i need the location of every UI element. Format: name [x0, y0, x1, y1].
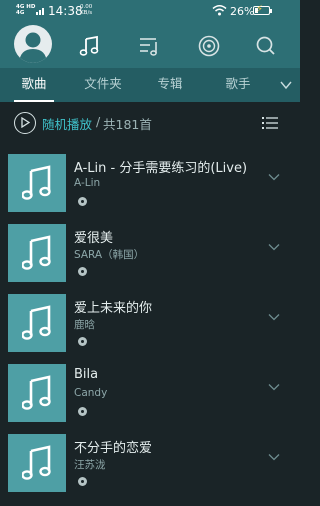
album-cover — [8, 294, 66, 352]
tab-albums[interactable]: 专辑 — [150, 68, 190, 102]
battery-percent: 26% — [230, 5, 255, 18]
status-bar: 4G HD 4G 14:38 0.00 KB/s 26% ⚡ — [0, 0, 300, 22]
song-title: Bila — [74, 367, 99, 382]
song-row[interactable]: A-Lin - 分手需要练习的(Live) A-Lin — [0, 154, 300, 224]
disc-icon — [78, 337, 87, 346]
signal-icon — [36, 8, 44, 15]
disc-icon — [78, 267, 87, 276]
music-note-icon — [22, 165, 51, 200]
tab-bar: 歌曲 文件夹 专辑 歌手 — [0, 68, 300, 102]
tab-folders[interactable]: 文件夹 — [78, 68, 128, 102]
avatar[interactable] — [14, 25, 52, 63]
play-icon — [21, 117, 30, 128]
chevron-down-icon[interactable] — [268, 243, 280, 251]
music-note-icon — [22, 375, 51, 410]
tab-artists[interactable]: 歌手 — [218, 68, 258, 102]
song-row[interactable]: Bila Candy — [0, 364, 300, 434]
song-artist: A-Lin — [74, 177, 101, 189]
song-row[interactable]: 不分手的恋爱 汪苏泷 — [0, 434, 300, 504]
tab-songs[interactable]: 歌曲 — [14, 68, 54, 102]
playlist-icon[interactable] — [138, 34, 162, 58]
shuffle-play-label[interactable]: 随机播放 — [42, 114, 92, 133]
song-row[interactable]: 爱很美 SARA（韩国） — [0, 224, 300, 294]
radio-disc-icon[interactable] — [197, 34, 221, 58]
song-row[interactable]: 爱上未来的你 鹿晗 — [0, 294, 300, 364]
person-icon — [19, 32, 47, 63]
song-artist: SARA（韩国） — [74, 249, 145, 261]
count-separator: / — [96, 114, 101, 129]
disc-icon — [78, 407, 87, 416]
music-note-icon — [22, 445, 51, 480]
speed-unit: KB/s — [80, 10, 93, 16]
music-note-icon — [22, 235, 51, 270]
top-nav — [0, 22, 300, 68]
song-title: 爱很美 — [74, 231, 114, 246]
song-title: 爱上未来的你 — [74, 301, 153, 316]
wifi-icon — [212, 5, 227, 16]
album-cover — [8, 434, 66, 492]
album-cover — [8, 224, 66, 282]
music-note-icon — [22, 305, 51, 340]
disc-icon — [78, 477, 87, 486]
network-line-2: 4G — [16, 10, 25, 16]
album-cover — [8, 364, 66, 422]
song-title: A-Lin - 分手需要练习的(Live) — [74, 161, 248, 176]
album-cover — [8, 154, 66, 212]
chevron-down-icon[interactable] — [268, 173, 280, 181]
song-title: 不分手的恋爱 — [74, 441, 153, 456]
clock: 14:38 — [48, 4, 83, 18]
music-note-icon[interactable] — [78, 34, 102, 58]
chevron-down-icon[interactable] — [268, 313, 280, 321]
song-artist: 汪苏泷 — [74, 459, 106, 471]
charging-bolt-icon: ⚡ — [256, 4, 264, 15]
chevron-down-icon[interactable] — [268, 383, 280, 391]
song-artist: 鹿晗 — [74, 319, 95, 331]
play-all-bar: 随机播放 / 共181首 — [0, 102, 300, 144]
network-indicator: 4G HD 4G — [16, 4, 35, 16]
disc-icon — [78, 197, 87, 206]
chevron-down-icon[interactable] — [280, 80, 292, 90]
chevron-down-icon[interactable] — [268, 453, 280, 461]
search-icon[interactable] — [254, 34, 278, 58]
song-count: 共181首 — [103, 117, 152, 132]
shuffle-play-button[interactable] — [14, 112, 36, 134]
song-artist: Candy — [74, 387, 108, 399]
list-menu-icon[interactable] — [262, 116, 278, 130]
network-speed: 0.00 KB/s — [80, 4, 92, 16]
